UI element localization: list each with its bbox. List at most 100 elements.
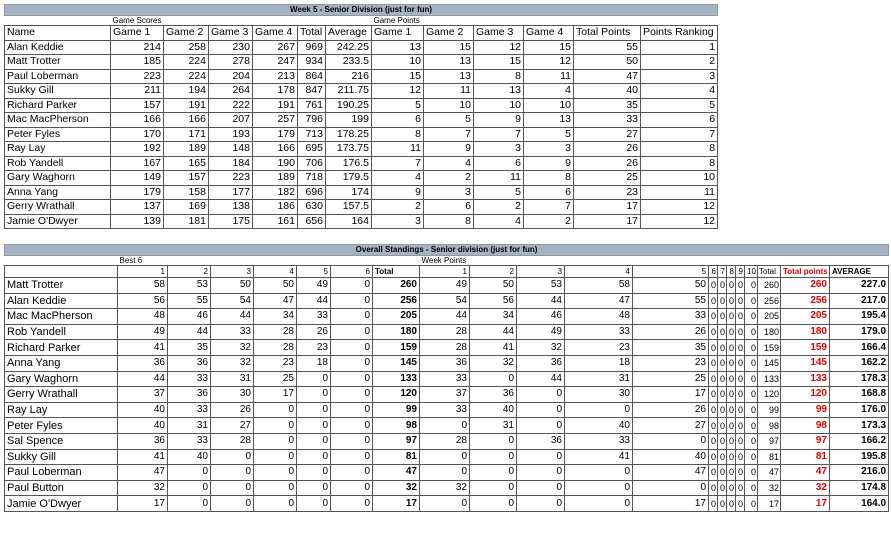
table-cell: 0	[167, 464, 211, 481]
table-cell: 0	[708, 448, 718, 466]
table-cell: 145	[372, 354, 420, 372]
table-cell: 36	[516, 354, 565, 372]
table-cell: 2	[639, 54, 719, 70]
player-name: Rob Yandell	[4, 323, 118, 341]
table-cell: 56	[469, 292, 517, 310]
table-cell: 31	[167, 417, 211, 434]
table-cell: 180	[757, 323, 781, 341]
table-cell: 0	[210, 464, 254, 481]
table-cell: 12	[473, 39, 524, 55]
table-cell: 0	[717, 292, 727, 310]
table-cell: 0	[726, 479, 736, 497]
column-header: Game 1	[110, 25, 164, 41]
table-cell: 0	[744, 370, 758, 388]
table-cell: 0	[708, 417, 718, 434]
table-cell: 32	[117, 479, 168, 497]
table-cell: 33	[564, 323, 633, 341]
table-cell: 97	[780, 432, 830, 450]
table-cell: 48	[117, 308, 168, 325]
table-cell: 12	[639, 213, 719, 229]
table-cell: 33	[167, 432, 211, 450]
table-cell: 37	[117, 386, 168, 403]
table-cell: 10	[423, 97, 474, 113]
table-cell: 8	[639, 141, 719, 157]
table-cell: 0	[735, 323, 745, 341]
table-cell: 0	[330, 339, 373, 356]
column-header: Name	[4, 25, 111, 41]
table-cell: 81	[372, 448, 420, 466]
table-cell: 0	[253, 417, 297, 434]
table-cell: 195.8	[828, 448, 890, 466]
column-header: 1	[117, 265, 168, 278]
player-name: Gerry Wrathall	[4, 386, 118, 403]
table-cell: 17	[573, 213, 641, 229]
column-header: 7	[717, 265, 727, 278]
table-cell: 55	[573, 39, 641, 55]
table-cell: 0	[167, 479, 211, 497]
player-name: Matt Trotter	[4, 277, 118, 294]
table-cell: 189	[252, 170, 298, 186]
table-cell: 5	[639, 97, 719, 113]
table-cell: 0	[296, 370, 331, 388]
player-name: Mac MacPherson	[4, 308, 118, 325]
table-cell: 180	[780, 323, 830, 341]
table-cell: 8	[423, 213, 474, 229]
table-cell: 161	[252, 213, 298, 229]
table-row: Gary Waghorn 44 33 31 25 0 0 133 33 0 44 31 25 0 0 0 0 0 1…	[4, 370, 890, 388]
table-cell: 35	[167, 339, 211, 356]
table-cell: 41	[469, 339, 517, 356]
table-cell: 32	[469, 354, 517, 372]
table-cell: 139	[110, 213, 164, 229]
table-cell: 157	[163, 170, 209, 186]
table-cell: 224	[163, 68, 209, 84]
table-cell: 171	[163, 126, 209, 142]
table-cell: 58	[117, 277, 168, 294]
table-row: Rob Yandell 167 165 184 190 706 176.5 7 4 6 9 26 8	[4, 155, 719, 171]
table-row: Mac MacPherson 48 46 44 34 33 0 205 44 34 46 48 33 0 0…	[4, 308, 890, 325]
table-cell: 41	[564, 448, 633, 466]
column-header: 9	[735, 265, 745, 278]
table-cell: 0	[253, 432, 297, 450]
table-cell: 0	[296, 464, 331, 481]
table-cell: 157.5	[325, 199, 372, 215]
table-cell: 0	[330, 277, 373, 294]
table-row: Anna Yang 36 36 32 23 18 0 145 36 32 36 18 23 0 0 0 0 0 14…	[4, 354, 890, 372]
table-cell: 50	[253, 277, 297, 294]
table-cell: 36	[167, 354, 211, 372]
table-cell: 97	[372, 432, 420, 450]
table-cell: 0	[735, 479, 745, 497]
table-cell: 0	[726, 277, 736, 294]
table-cell: 0	[726, 495, 736, 512]
table-cell: 0	[726, 370, 736, 388]
table-cell: 0	[717, 370, 727, 388]
table-cell: 55	[167, 292, 211, 310]
table-cell: 120	[757, 386, 781, 403]
player-name: Anna Yang	[4, 184, 111, 200]
column-header	[4, 265, 118, 278]
table-cell: 3	[473, 141, 524, 157]
table-cell: 28	[419, 323, 470, 341]
table-cell: 0	[330, 323, 373, 341]
table-cell: 23	[296, 339, 331, 356]
table-cell: 178	[252, 83, 298, 99]
table-cell: 164	[325, 213, 372, 229]
column-header: Game 4	[523, 25, 574, 41]
table-cell: 0	[744, 308, 758, 325]
table-cell: 44	[117, 370, 168, 388]
table-cell: 0	[632, 479, 709, 497]
table-cell: 0	[708, 323, 718, 341]
table-cell: 32	[210, 339, 254, 356]
table-cell: 12	[523, 54, 574, 70]
table-cell: 2	[473, 199, 524, 215]
player-name: Anna Yang	[4, 354, 118, 372]
table-cell: 166	[163, 112, 209, 128]
table-cell: 0	[564, 479, 633, 497]
player-name: Richard Parker	[4, 97, 111, 113]
player-name: Mac MacPherson	[4, 112, 111, 128]
table-cell: 46	[516, 308, 565, 325]
week-points-label: Week Points	[421, 256, 467, 265]
table-cell: 33	[167, 370, 211, 388]
table-cell: 0	[330, 495, 373, 512]
table-cell: 267	[252, 39, 298, 55]
table-cell: 0	[708, 401, 718, 419]
